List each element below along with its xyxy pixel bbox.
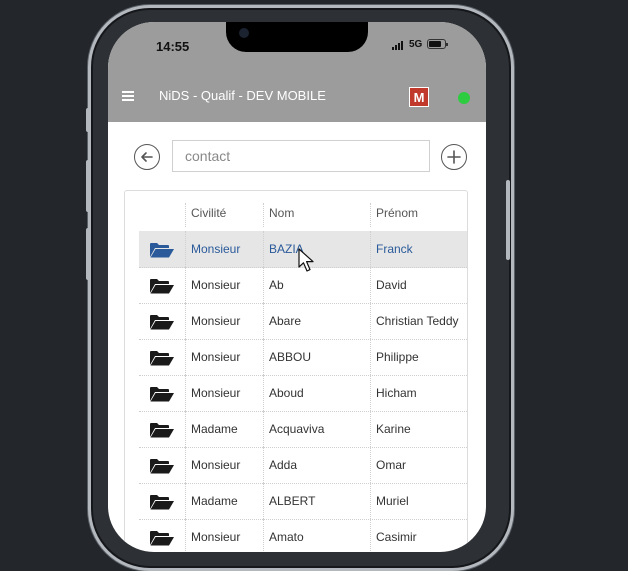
app-header: NiDS - Qualif - DEV MOBILE M xyxy=(108,72,486,122)
back-button[interactable] xyxy=(134,144,160,170)
cell-nom: Aboud xyxy=(263,375,370,411)
cell-nom: BAZIA xyxy=(263,231,370,267)
phone-volume-up-button xyxy=(86,160,90,212)
cell-civilite: Monsieur xyxy=(185,339,263,375)
arrow-left-circle-icon xyxy=(141,152,153,162)
cell-civilite: Madame xyxy=(185,483,263,519)
user-badge[interactable]: M xyxy=(409,87,429,107)
status-time: 14:55 xyxy=(156,39,190,54)
column-header-prenom[interactable]: Prénom xyxy=(370,203,467,227)
open-folder-icon[interactable] xyxy=(149,458,175,474)
phone-power-button xyxy=(506,180,510,260)
status-bar: 14:55 5G xyxy=(108,22,486,72)
hamburger-menu-icon[interactable] xyxy=(122,91,134,101)
online-status-dot xyxy=(458,92,470,104)
contacts-table: Civilité Nom Prénom Monsieur BAZIA Franck M… xyxy=(124,190,468,552)
search-input[interactable] xyxy=(172,140,430,172)
dynamic-island xyxy=(226,22,368,52)
cell-nom: Ab xyxy=(263,267,370,303)
phone-volume-down-button xyxy=(86,228,90,280)
cell-prenom: Muriel xyxy=(370,483,467,519)
open-folder-icon[interactable] xyxy=(149,494,175,510)
table-row[interactable]: Madame ALBERT Muriel xyxy=(139,483,467,520)
signal-icon xyxy=(392,41,406,50)
open-folder-icon[interactable] xyxy=(149,422,175,438)
add-button[interactable] xyxy=(441,144,467,170)
cell-civilite: Madame xyxy=(185,411,263,447)
plus-circle-icon xyxy=(447,150,461,164)
table-header: Civilité Nom Prénom xyxy=(139,203,467,227)
battery-icon xyxy=(427,39,448,49)
cell-nom: Acquaviva xyxy=(263,411,370,447)
table-row[interactable]: Madame Acquaviva Karine xyxy=(139,411,467,448)
cell-civilite: Monsieur xyxy=(185,375,263,411)
front-camera xyxy=(239,28,249,38)
column-header-civilite[interactable]: Civilité xyxy=(185,203,263,227)
cell-prenom: Philippe xyxy=(370,339,467,375)
table-row[interactable]: Monsieur Aboud Hicham xyxy=(139,375,467,412)
cell-nom: Adda xyxy=(263,447,370,483)
cell-prenom: Omar xyxy=(370,447,467,483)
open-folder-icon[interactable] xyxy=(149,278,175,294)
network-label: 5G xyxy=(409,39,423,50)
open-folder-icon[interactable] xyxy=(149,314,175,330)
cell-civilite: Monsieur xyxy=(185,447,263,483)
open-folder-icon[interactable] xyxy=(149,350,175,366)
cell-nom: Abare xyxy=(263,303,370,339)
phone-screen: 14:55 5G NiDS - Qualif - DEV MOBILE M Ci… xyxy=(108,22,486,552)
open-folder-icon[interactable] xyxy=(149,242,175,258)
cell-prenom: Franck xyxy=(370,231,467,267)
table-row[interactable]: Monsieur ABBOU Philippe xyxy=(139,339,467,376)
cell-civilite: Monsieur xyxy=(185,303,263,339)
table-row[interactable]: Monsieur Abare Christian Teddy xyxy=(139,303,467,340)
cell-civilite: Monsieur xyxy=(185,231,263,267)
cell-nom: ABBOU xyxy=(263,339,370,375)
table-row[interactable]: Monsieur Adda Omar xyxy=(139,447,467,484)
phone-action-button xyxy=(86,108,90,132)
mouse-pointer-icon xyxy=(298,248,314,272)
open-folder-icon[interactable] xyxy=(149,386,175,402)
cell-prenom: David xyxy=(370,267,467,303)
column-header-nom[interactable]: Nom xyxy=(263,203,370,227)
cell-nom: ALBERT xyxy=(263,483,370,519)
open-folder-icon[interactable] xyxy=(149,530,175,546)
cell-civilite: Monsieur xyxy=(185,267,263,303)
app-title: NiDS - Qualif - DEV MOBILE xyxy=(159,88,326,103)
cell-prenom: Christian Teddy xyxy=(370,303,467,339)
cell-prenom: Karine xyxy=(370,411,467,447)
cell-prenom: Hicham xyxy=(370,375,467,411)
